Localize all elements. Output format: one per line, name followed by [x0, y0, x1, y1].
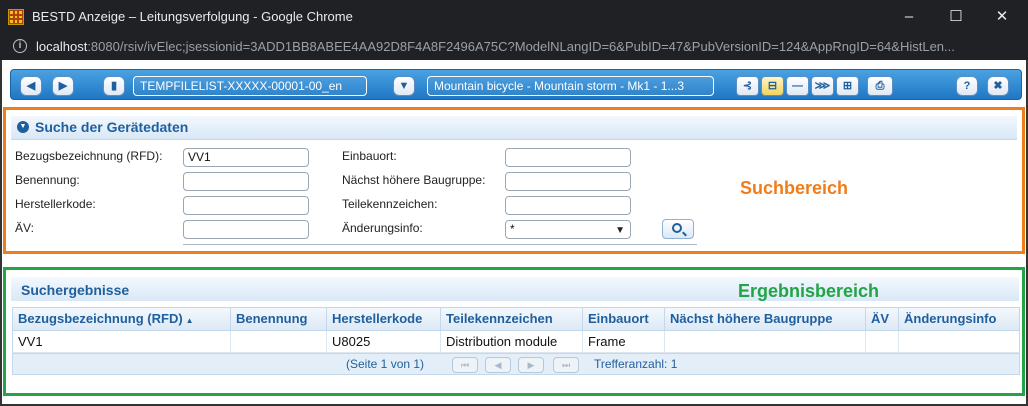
window-title: BESTD Anzeige – Leitungsverfolgung - Goo…	[32, 9, 353, 24]
chevron-down-icon: ▼	[615, 225, 625, 236]
column-header-rfd[interactable]: Bezugsbezeichnung (RFD) ▲	[13, 308, 231, 330]
column-header-benennung[interactable]: Benennung	[231, 308, 327, 330]
aenderungsinfo-label: Änderungsinfo:	[342, 221, 423, 235]
search-panel-header[interactable]: ▼ Suche der Gerätedaten	[11, 116, 1017, 140]
result-panel-title: Suchergebnisse	[21, 282, 130, 298]
einbauort-input[interactable]	[505, 148, 631, 167]
cell-benennung	[231, 331, 327, 352]
teilekennzeichen-label: Teilekennzeichen:	[342, 197, 438, 211]
model-field[interactable]: Mountain bicycle - Mountain storm - Mk1 …	[427, 76, 714, 96]
address-bar[interactable]: i localhost:8080/rsiv/ivElec;jsessionid=…	[0, 33, 1028, 60]
book-icon: ▮	[110, 80, 118, 92]
column-header-aenderungsinfo[interactable]: Änderungsinfo	[899, 308, 1019, 330]
cell-rfd: VV1	[13, 331, 231, 352]
rfd-input[interactable]: VV1	[183, 148, 309, 167]
search-divider	[183, 244, 697, 245]
benennung-input[interactable]	[183, 172, 309, 191]
baugruppe-input[interactable]	[505, 172, 631, 191]
search-panel: ▼ Suche der Gerätedaten Bezugsbezeichnun…	[3, 107, 1025, 254]
url-text[interactable]: localhost:8080/rsiv/ivElec;jsessionid=3A…	[36, 39, 955, 54]
cell-einbauort: Frame	[583, 331, 665, 352]
close-window-button[interactable]: ✕	[981, 4, 1023, 30]
cell-aenderungsinfo	[899, 331, 1019, 352]
forward-icon: ▶	[58, 80, 68, 92]
column-header-herstellerkode[interactable]: Herstellerkode	[327, 308, 441, 330]
document-field[interactable]: TEMPFILELIST-XXXXX-00001-00_en	[133, 76, 367, 96]
prev-page-icon: ◀	[494, 360, 502, 370]
sort-ascending-icon: ▲	[185, 316, 194, 325]
list-icon: ⊟	[767, 80, 778, 92]
next-page-button[interactable]: ▶	[518, 357, 544, 373]
list-view-button[interactable]: ⊟	[761, 76, 784, 96]
result-table-header: Bezugsbezeichnung (RFD) ▲ Benennung Herst…	[12, 307, 1020, 331]
tree-icon: ⊰	[742, 80, 753, 92]
browser-titlebar: BESTD Anzeige – Leitungsverfolgung - Goo…	[0, 0, 1028, 33]
info-icon[interactable]: i	[13, 39, 27, 53]
cell-herstellerkode: U8025	[327, 331, 441, 352]
teilekennzeichen-input[interactable]	[505, 196, 631, 215]
line-icon: —	[792, 80, 803, 92]
tree-view-button[interactable]: ⊰	[736, 76, 759, 96]
column-header-baugruppe[interactable]: Nächst höhere Baugruppe	[665, 308, 866, 330]
search-panel-title: Suche der Gerätedaten	[35, 119, 189, 135]
minimize-button[interactable]: –	[888, 4, 930, 30]
hit-count: Trefferanzahl: 1	[594, 357, 678, 371]
collapse-icon[interactable]: ▼	[17, 121, 29, 133]
first-page-button[interactable]: ⏮	[452, 357, 478, 373]
help-button[interactable]: ?	[956, 76, 978, 96]
help-icon: ?	[963, 80, 971, 92]
filter-button[interactable]: ▼	[393, 76, 415, 96]
table-row[interactable]: VV1 U8025 Distribution module Frame	[12, 331, 1020, 353]
cell-av	[866, 331, 899, 352]
app-viewport: ◀ ▶ ▮ TEMPFILELIST-XXXXX-00001-00_en ▼ M…	[0, 60, 1028, 406]
url-path: :8080/rsiv/ivElec;jsessionid=3ADD1BB8ABE…	[87, 39, 955, 54]
print-icon: ⎙	[875, 80, 885, 92]
print-button[interactable]: ⎙	[867, 76, 893, 96]
pagination-bar: (Seite 1 von 1) ⏮ ◀ ▶ ⏭ Trefferanzahl: 1	[12, 353, 1020, 375]
cell-teilekennzeichen: Distribution module	[441, 331, 583, 352]
column-header-rfd-label: Bezugsbezeichnung (RFD)	[18, 311, 183, 326]
trace-icon: ⋙	[814, 80, 831, 92]
result-panel: Suchergebnisse Ergebnisbereich Bezugsbez…	[3, 267, 1025, 396]
column-header-av[interactable]: ÄV	[866, 308, 899, 330]
search-button[interactable]	[662, 219, 694, 239]
maximize-button[interactable]: ☐	[935, 4, 977, 30]
close-app-button[interactable]: ✖	[987, 76, 1009, 96]
app-icon	[8, 9, 24, 25]
aenderungsinfo-value: *	[510, 222, 515, 236]
av-label: ÄV:	[15, 221, 34, 235]
next-page-icon: ▶	[527, 360, 535, 370]
trace-button[interactable]: ⋙	[811, 76, 834, 96]
rfd-label: Bezugsbezeichnung (RFD):	[15, 149, 163, 163]
cell-baugruppe	[665, 331, 866, 352]
herstellerkode-label: Herstellerkode:	[15, 197, 96, 211]
result-area-label: Ergebnisbereich	[738, 281, 880, 301]
einbauort-label: Einbauort:	[342, 149, 397, 163]
grid-button[interactable]: ⊞	[836, 76, 859, 96]
back-icon: ◀	[26, 80, 36, 92]
last-page-icon: ⏭	[561, 360, 571, 370]
close-icon: ✖	[993, 80, 1003, 92]
url-host: localhost	[36, 39, 88, 54]
prev-page-button[interactable]: ◀	[485, 357, 511, 373]
first-page-icon: ⏮	[460, 360, 470, 370]
app-toolbar: ◀ ▶ ▮ TEMPFILELIST-XXXXX-00001-00_en ▼ M…	[10, 69, 1022, 100]
book-button[interactable]: ▮	[103, 76, 125, 96]
forward-button[interactable]: ▶	[52, 76, 74, 96]
back-button[interactable]: ◀	[20, 76, 42, 96]
column-header-einbauort[interactable]: Einbauort	[583, 308, 665, 330]
line-view-button[interactable]: —	[786, 76, 809, 96]
search-icon	[672, 223, 682, 233]
av-input[interactable]	[183, 220, 309, 239]
aenderungsinfo-select[interactable]: * ▼	[505, 220, 631, 239]
filter-icon: ▼	[398, 80, 410, 92]
column-header-teilekennzeichen[interactable]: Teilekennzeichen	[441, 308, 583, 330]
herstellerkode-input[interactable]	[183, 196, 309, 215]
grid-icon: ⊞	[842, 80, 853, 92]
search-area-label: Suchbereich	[740, 178, 849, 198]
page-info: (Seite 1 von 1)	[346, 357, 425, 371]
last-page-button[interactable]: ⏭	[553, 357, 579, 373]
baugruppe-label: Nächst höhere Baugruppe:	[342, 173, 486, 187]
benennung-label: Benennung:	[15, 173, 80, 187]
